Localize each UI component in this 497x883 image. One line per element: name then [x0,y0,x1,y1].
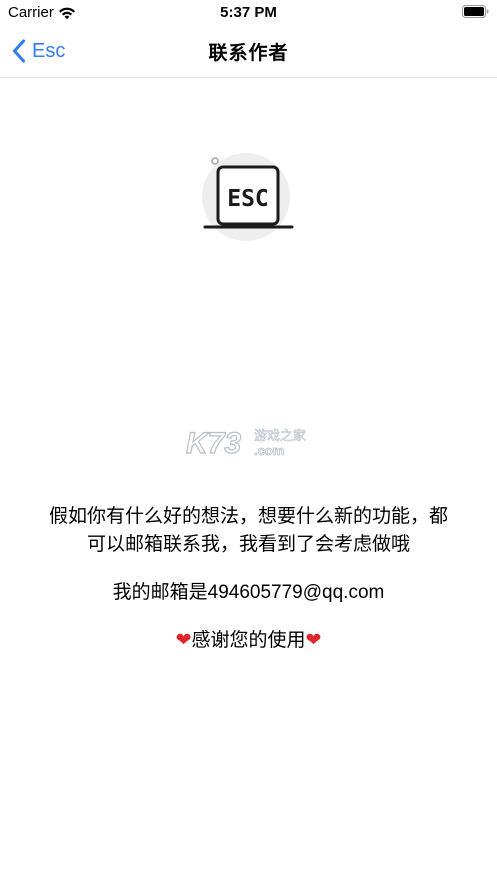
heart-icon: ❤ [305,629,322,651]
heart-icon: ❤ [175,629,192,651]
thanks-line: ❤感谢您的使用❤ [0,626,497,655]
battery-icon [462,5,489,18]
status-bar: Carrier 5:37 PM [0,0,497,26]
k73-watermark: K73 游戏之家 .com [186,426,306,460]
message-line-1: 假如你有什么好的想法，想要什么新的功能，都 [48,506,448,527]
message-line-2: 可以邮箱联系我，我看到了会考虑做哦 [86,534,410,555]
status-time: 5:37 PM [220,4,277,21]
logo-text: ESC [227,186,269,212]
page-title: 联系作者 [208,43,289,64]
app-logo: ESC [202,153,294,241]
watermark-domain: .com [254,443,284,458]
contact-message: 假如你有什么好的想法，想要什么新的功能，都 可以邮箱联系我，我看到了会考虑做哦 … [0,503,497,655]
navigation-bar: Esc 联系作者 [0,26,497,78]
thanks-text: 感谢您的使用 [191,630,306,651]
watermark-cn-text: 游戏之家 [254,428,306,444]
watermark-brand: K73 [186,427,241,460]
email-line: 我的邮箱是494605779@qq.com [112,582,385,603]
